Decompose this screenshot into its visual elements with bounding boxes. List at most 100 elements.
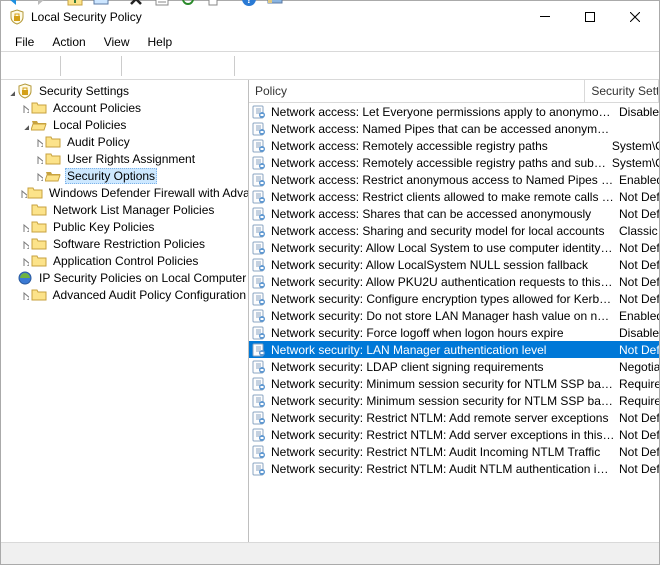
tree-root[interactable]: Security Settings: [3, 82, 248, 99]
policy-row[interactable]: Network security: Restrict NTLM: Audit I…: [249, 443, 659, 460]
list-pane[interactable]: Policy Security Setting▲ Network access:…: [249, 80, 659, 542]
policy-name: Network access: Shares that can be acces…: [271, 207, 619, 221]
policy-icon: [251, 189, 267, 205]
policy-row[interactable]: Network access: Remotely accessible regi…: [249, 137, 659, 154]
policy-setting: System\CurrentControlSet: [612, 156, 659, 170]
policy-icon: [251, 427, 267, 443]
column-policy[interactable]: Policy: [249, 80, 585, 102]
policy-name: Network security: LDAP client signing re…: [271, 360, 619, 374]
folder-open-icon: [31, 117, 47, 133]
policy-row[interactable]: Network access: Sharing and security mod…: [249, 222, 659, 239]
folder-icon: [45, 151, 61, 167]
policy-row[interactable]: Network security: Allow Local System to …: [249, 239, 659, 256]
policy-row[interactable]: Network access: Restrict anonymous acces…: [249, 171, 659, 188]
policy-icon: [251, 206, 267, 222]
delete-button[interactable]: [127, 54, 151, 78]
tree-security-options[interactable]: Security Options: [3, 167, 248, 184]
tree-pane[interactable]: Security Settings Account Policies Local…: [1, 80, 249, 542]
policy-row[interactable]: Network access: Let Everyone permissions…: [249, 103, 659, 120]
tree-account-policies[interactable]: Account Policies: [3, 99, 248, 116]
policy-row[interactable]: Network access: Named Pipes that can be …: [249, 120, 659, 137]
folder-icon: [31, 253, 47, 269]
policy-row[interactable]: Network security: Configure encryption t…: [249, 290, 659, 307]
policy-row[interactable]: Network access: Remotely accessible regi…: [249, 154, 659, 171]
tree-firewall[interactable]: Windows Defender Firewall with Advanced …: [3, 184, 248, 201]
policy-row[interactable]: Network security: Restrict NTLM: Add ser…: [249, 426, 659, 443]
tree-advaudit[interactable]: Advanced Audit Policy Configuration: [3, 286, 248, 303]
policy-setting: Not Defined: [619, 292, 659, 306]
policy-name: Network security: Restrict NTLM: Audit I…: [271, 445, 619, 459]
tree-local-policies[interactable]: Local Policies: [3, 116, 248, 133]
back-button[interactable]: [5, 54, 29, 78]
tree-pubkey[interactable]: Public Key Policies: [3, 218, 248, 235]
policy-name: Network security: Do not store LAN Manag…: [271, 309, 619, 323]
policy-row[interactable]: Network security: Do not store LAN Manag…: [249, 307, 659, 324]
policy-row[interactable]: Network security: Restrict NTLM: Audit N…: [249, 460, 659, 477]
policy-name: Network access: Restrict anonymous acces…: [271, 173, 619, 187]
policy-row[interactable]: Network security: Restrict NTLM: Add rem…: [249, 409, 659, 426]
tree-ipsec[interactable]: IP Security Policies on Local Computer: [3, 269, 248, 286]
policy-icon: [251, 325, 267, 341]
policy-name: Network security: Allow PKU2U authentica…: [271, 275, 619, 289]
tree-appctrl[interactable]: Application Control Policies: [3, 252, 248, 269]
policy-row[interactable]: Network security: Allow LocalSystem NULL…: [249, 256, 659, 273]
policy-icon: [251, 461, 267, 477]
up-button[interactable]: [66, 54, 90, 78]
policy-row[interactable]: Network security: LAN Manager authentica…: [249, 341, 659, 358]
mmc-button[interactable]: [92, 54, 116, 78]
policy-setting: Not Defined: [619, 445, 659, 459]
folder-icon: [31, 202, 47, 218]
policy-setting: Not Defined: [619, 343, 659, 357]
policy-setting: Not Defined: [619, 411, 659, 425]
policy-name: Network security: Configure encryption t…: [271, 292, 619, 306]
tree-audit-policy[interactable]: Audit Policy: [3, 133, 248, 150]
export-button[interactable]: [205, 54, 229, 78]
policy-setting: Classic - local users: [619, 224, 659, 238]
policy-name: Network security: Minimum session securi…: [271, 394, 619, 408]
minimize-button[interactable]: [522, 2, 567, 31]
separator: [60, 56, 61, 76]
policy-setting: Not Defined: [619, 275, 659, 289]
column-setting[interactable]: Security Setting▲: [585, 80, 659, 102]
policy-icon: [251, 359, 267, 375]
tree-network-list[interactable]: Network List Manager Policies: [3, 201, 248, 218]
help-button[interactable]: [240, 54, 264, 78]
list-header: Policy Security Setting▲: [249, 80, 659, 103]
policy-name: Network security: Allow LocalSystem NULL…: [271, 258, 619, 272]
policy-icon: [251, 155, 267, 171]
policy-row[interactable]: Network security: LDAP client signing re…: [249, 358, 659, 375]
tree-softres[interactable]: Software Restriction Policies: [3, 235, 248, 252]
properties-button[interactable]: [153, 54, 177, 78]
policy-setting: System\CurrentControlSet: [612, 139, 659, 153]
policy-name: Network access: Let Everyone permissions…: [271, 105, 619, 119]
policy-icon: [251, 376, 267, 392]
forward-button[interactable]: [31, 54, 55, 78]
policy-row[interactable]: Network security: Minimum session securi…: [249, 392, 659, 409]
folder-open-icon: [45, 168, 61, 184]
shield-icon: [17, 83, 33, 99]
policy-icon: [251, 104, 267, 120]
separator: [234, 56, 235, 76]
maximize-button[interactable]: [567, 2, 612, 31]
policy-row[interactable]: Network security: Minimum session securi…: [249, 375, 659, 392]
policy-icon: [251, 121, 267, 137]
policy-icon: [251, 308, 267, 324]
policy-row[interactable]: Network access: Restrict clients allowed…: [249, 188, 659, 205]
policy-setting: Not Defined: [619, 258, 659, 272]
policy-row[interactable]: Network security: Force logoff when logo…: [249, 324, 659, 341]
panel-button[interactable]: [266, 54, 290, 78]
folder-icon: [31, 287, 47, 303]
policy-name: Network security: Restrict NTLM: Add ser…: [271, 428, 619, 442]
policy-setting: Negotiate signing: [619, 360, 659, 374]
tree-user-rights[interactable]: User Rights Assignment: [3, 150, 248, 167]
statusbar: [1, 542, 659, 564]
policy-row[interactable]: Network access: Shares that can be acces…: [249, 205, 659, 222]
refresh-button[interactable]: [179, 54, 203, 78]
close-button[interactable]: [612, 2, 657, 31]
folder-icon: [45, 134, 61, 150]
policy-setting: Not Defined: [619, 241, 659, 255]
policy-icon: [251, 274, 267, 290]
folder-icon: [27, 185, 43, 201]
policy-row[interactable]: Network security: Allow PKU2U authentica…: [249, 273, 659, 290]
policy-icon: [251, 172, 267, 188]
